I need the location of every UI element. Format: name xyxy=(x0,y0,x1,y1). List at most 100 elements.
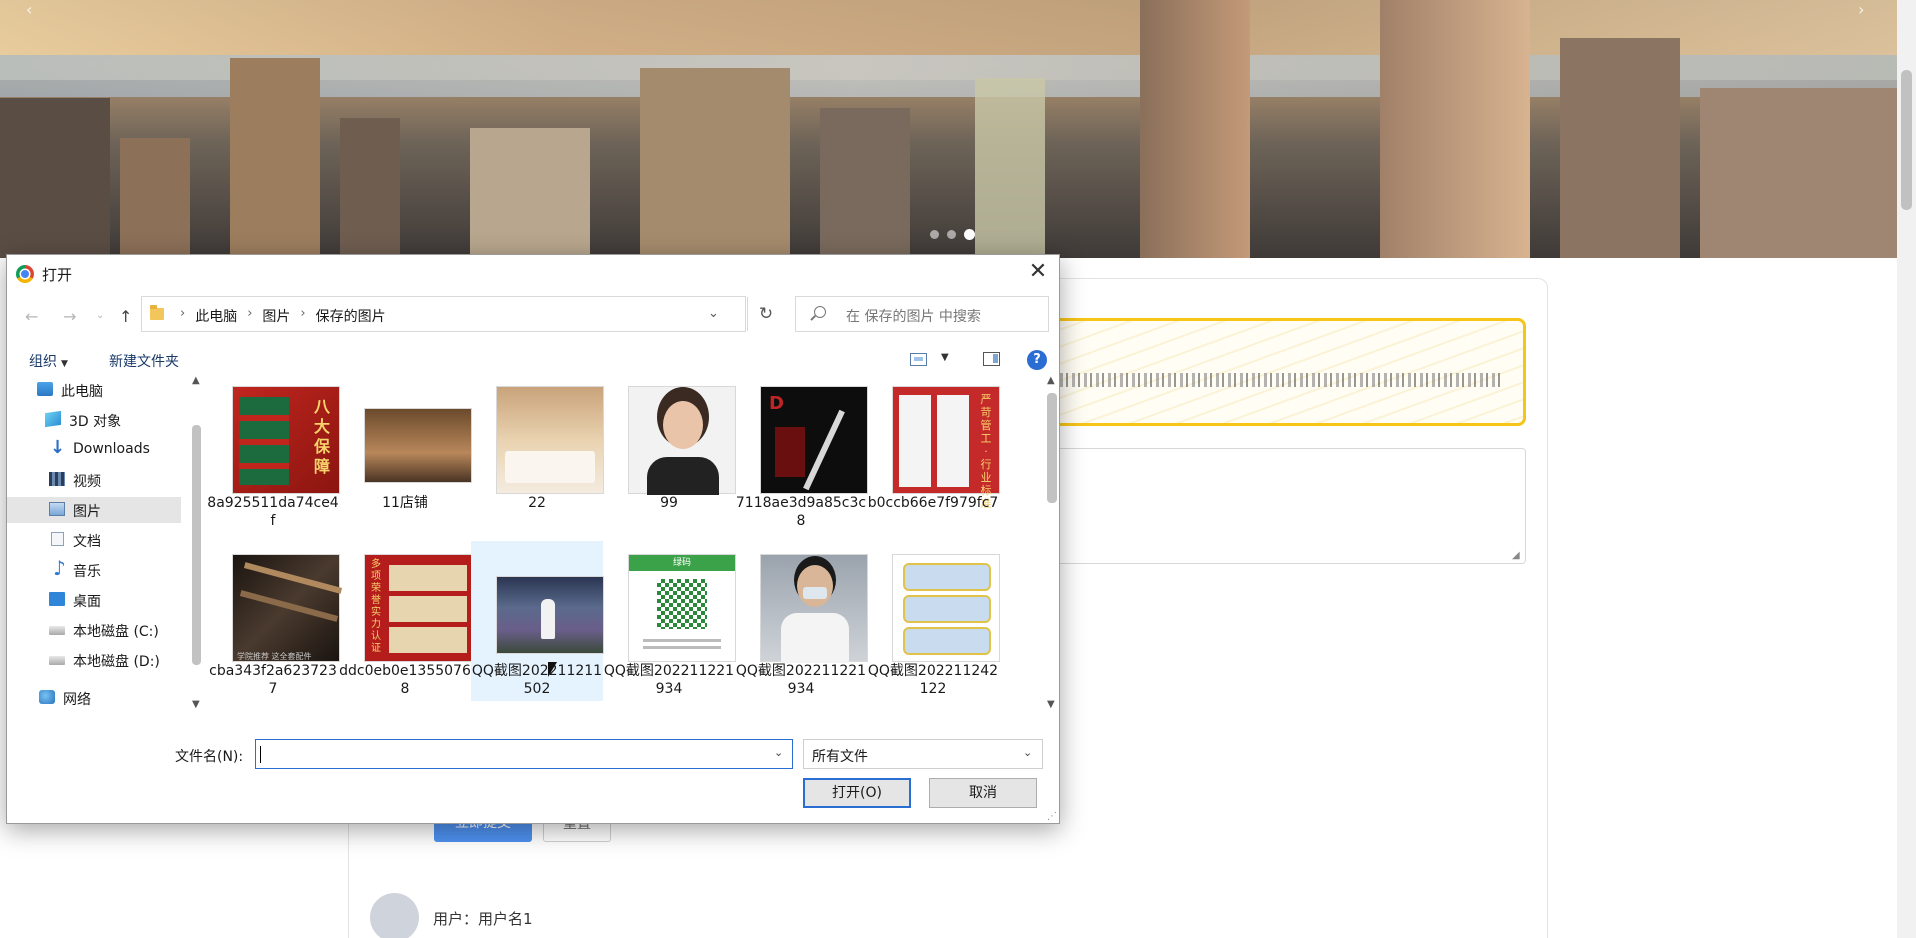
file-name: cba343f2a6237237 xyxy=(209,663,337,697)
file-name: QQ截图202211242122 xyxy=(867,663,999,697)
thumbnail-graphic xyxy=(389,565,467,655)
file-open-dialog: 打开 ✕ ← → ⌄ ↑ › 此电脑 › 图片 › 保存的图片 ⌄ ↻ 在 保存… xyxy=(6,254,1060,824)
file-thumbnail xyxy=(496,576,604,654)
file-item[interactable]: 11店铺 xyxy=(339,373,472,533)
search-icon xyxy=(814,306,826,318)
file-type-select[interactable]: 所有文件 ⌄ xyxy=(803,739,1043,769)
filename-history-dropdown-icon[interactable]: ⌄ xyxy=(774,746,783,759)
nav-item-3d-objects[interactable]: 3D 对象 xyxy=(7,407,181,433)
address-dropdown-icon[interactable]: ⌄ xyxy=(708,306,719,321)
carousel-dot-active[interactable] xyxy=(964,229,975,240)
up-arrow-icon[interactable]: ↑ xyxy=(119,307,132,326)
dialog-title: 打开 xyxy=(42,266,73,284)
file-item[interactable]: D 7118ae3d9a85c3c8 xyxy=(735,373,868,533)
banner-building xyxy=(975,78,1045,258)
file-item[interactable]: 八大保障 8a925511da74ce4f xyxy=(207,373,340,533)
nav-item-desktop[interactable]: 桌面 xyxy=(7,587,181,613)
carousel-prev-icon[interactable]: ‹ xyxy=(26,0,32,19)
file-thumbnail: 多项荣誉 实力认证 xyxy=(364,554,472,662)
nav-item-videos[interactable]: 视频 xyxy=(7,467,181,493)
nav-item-label: 3D 对象 xyxy=(69,414,122,430)
preview-pane-icon[interactable] xyxy=(983,352,1000,366)
file-item[interactable]: 学院推荐 这全套配件 cba343f2a6237237 xyxy=(207,541,343,701)
nav-item-drive-d[interactable]: 本地磁盘 (D:) xyxy=(7,647,181,673)
carousel-next-icon[interactable]: › xyxy=(1858,0,1864,19)
desktop-icon xyxy=(49,592,65,606)
address-bar[interactable]: › 此电脑 › 图片 › 保存的图片 ⌄ ↻ xyxy=(141,296,773,332)
search-placeholder: 在 保存的图片 中搜索 xyxy=(846,309,981,325)
thumbnail-text: 学院推荐 这全套配件 xyxy=(237,652,312,661)
chevron-down-icon: ⌄ xyxy=(1023,746,1033,759)
file-item[interactable]: QQ截图202211242122 xyxy=(867,541,1000,701)
banner-building xyxy=(1560,38,1680,258)
breadcrumb-item[interactable]: 此电脑 xyxy=(195,306,237,326)
scroll-up-icon[interactable]: ▲ xyxy=(1047,375,1055,386)
forward-arrow-icon[interactable]: → xyxy=(63,307,76,326)
scroll-down-icon[interactable]: ▼ xyxy=(1047,699,1055,710)
comment-textarea[interactable] xyxy=(1040,448,1526,564)
file-grid-scrollbar-thumb[interactable] xyxy=(1047,393,1057,503)
change-view-icon[interactable] xyxy=(910,353,927,366)
breadcrumb-separator-icon: › xyxy=(300,306,306,321)
view-options-caret-icon[interactable]: ▼ xyxy=(941,352,949,363)
file-item[interactable]: 绿码 QQ截图202211221934 xyxy=(603,541,736,701)
nav-item-this-pc[interactable]: 此电脑 xyxy=(7,377,181,403)
thumbnail-text: 多项荣誉 实力认证 xyxy=(371,559,381,654)
caret-down-icon: ▼ xyxy=(61,359,68,369)
nav-item-network[interactable]: 网络 xyxy=(7,685,181,711)
thumbnail-graphic xyxy=(243,562,343,594)
new-folder-button[interactable]: 新建文件夹 xyxy=(109,351,179,371)
file-name: b0ccb66e7f979fc7 xyxy=(867,495,999,511)
cancel-button[interactable]: 取消 xyxy=(929,778,1037,808)
back-arrow-icon[interactable]: ← xyxy=(25,307,38,326)
resize-grip-icon[interactable]: ◢ xyxy=(1512,550,1520,561)
close-button[interactable]: ✕ xyxy=(1023,259,1053,287)
nav-item-label: 本地磁盘 (C:) xyxy=(73,624,159,640)
scroll-down-icon[interactable]: ▼ xyxy=(192,699,200,710)
file-item[interactable]: 严苛管工 · 行业标准 b0ccb66e7f979fc7 xyxy=(867,373,1000,533)
file-item-hovered[interactable]: QQ截图202211211502 xyxy=(471,541,604,701)
recent-locations-chevron-icon[interactable]: ⌄ xyxy=(96,310,104,321)
dialog-titlebar[interactable]: 打开 ✕ xyxy=(7,255,1059,291)
nav-item-label: 视频 xyxy=(73,474,101,490)
carousel-dots[interactable] xyxy=(930,229,975,240)
nav-item-drive-c[interactable]: 本地磁盘 (C:) xyxy=(7,617,181,643)
nav-item-music[interactable]: 音乐 xyxy=(7,556,181,583)
drive-icon xyxy=(49,656,65,665)
nav-item-downloads[interactable]: Downloads xyxy=(7,437,181,463)
nav-item-pictures[interactable]: 图片 xyxy=(7,497,181,523)
scroll-up-icon[interactable]: ▲ xyxy=(192,375,200,386)
3d-objects-icon xyxy=(45,410,61,428)
download-icon xyxy=(49,437,65,458)
breadcrumb-item[interactable]: 图片 xyxy=(262,306,290,326)
file-item[interactable]: QQ截图202211221934 xyxy=(735,541,868,701)
nav-item-documents[interactable]: 文档 xyxy=(7,527,181,553)
file-item[interactable]: 22 xyxy=(471,373,604,533)
file-grid-scrollbar[interactable]: ▲ ▼ xyxy=(1043,373,1061,713)
breadcrumb-item[interactable]: 保存的图片 xyxy=(316,306,386,326)
nav-item-label: 桌面 xyxy=(73,594,101,610)
drive-icon xyxy=(49,626,65,635)
navigation-scrollbar[interactable]: ▲ ▼ xyxy=(187,373,207,713)
filename-input[interactable]: ⌄ xyxy=(255,739,793,769)
thumbnail-text: 严苛管工 · 行业标准 xyxy=(980,393,992,510)
file-item[interactable]: 99 xyxy=(603,373,736,533)
thumbnail-graphic xyxy=(541,599,555,639)
thumbnail-graphic xyxy=(643,639,721,642)
search-box[interactable]: 在 保存的图片 中搜索 xyxy=(795,296,1049,332)
file-name: 99 xyxy=(660,495,678,511)
thumbnail-graphic xyxy=(903,563,991,591)
page-scrollbar-thumb[interactable] xyxy=(1901,70,1912,210)
open-button[interactable]: 打开(O) xyxy=(803,778,911,808)
help-icon[interactable]: ? xyxy=(1027,350,1047,370)
resize-grip-icon[interactable]: ⋰ xyxy=(1047,811,1057,822)
carousel-dot[interactable] xyxy=(947,230,956,239)
thumbnail-graphic xyxy=(781,613,849,663)
navigation-scrollbar-thumb[interactable] xyxy=(192,425,201,665)
refresh-icon[interactable]: ↻ xyxy=(747,297,784,331)
thumbnail-graphic xyxy=(239,590,339,622)
organize-menu[interactable]: 组织 ▼ xyxy=(29,351,68,371)
file-thumbnail: D xyxy=(760,386,868,494)
carousel-dot[interactable] xyxy=(930,230,939,239)
file-item[interactable]: 多项荣誉 实力认证 ddc0eb0e13550768 xyxy=(339,541,472,701)
